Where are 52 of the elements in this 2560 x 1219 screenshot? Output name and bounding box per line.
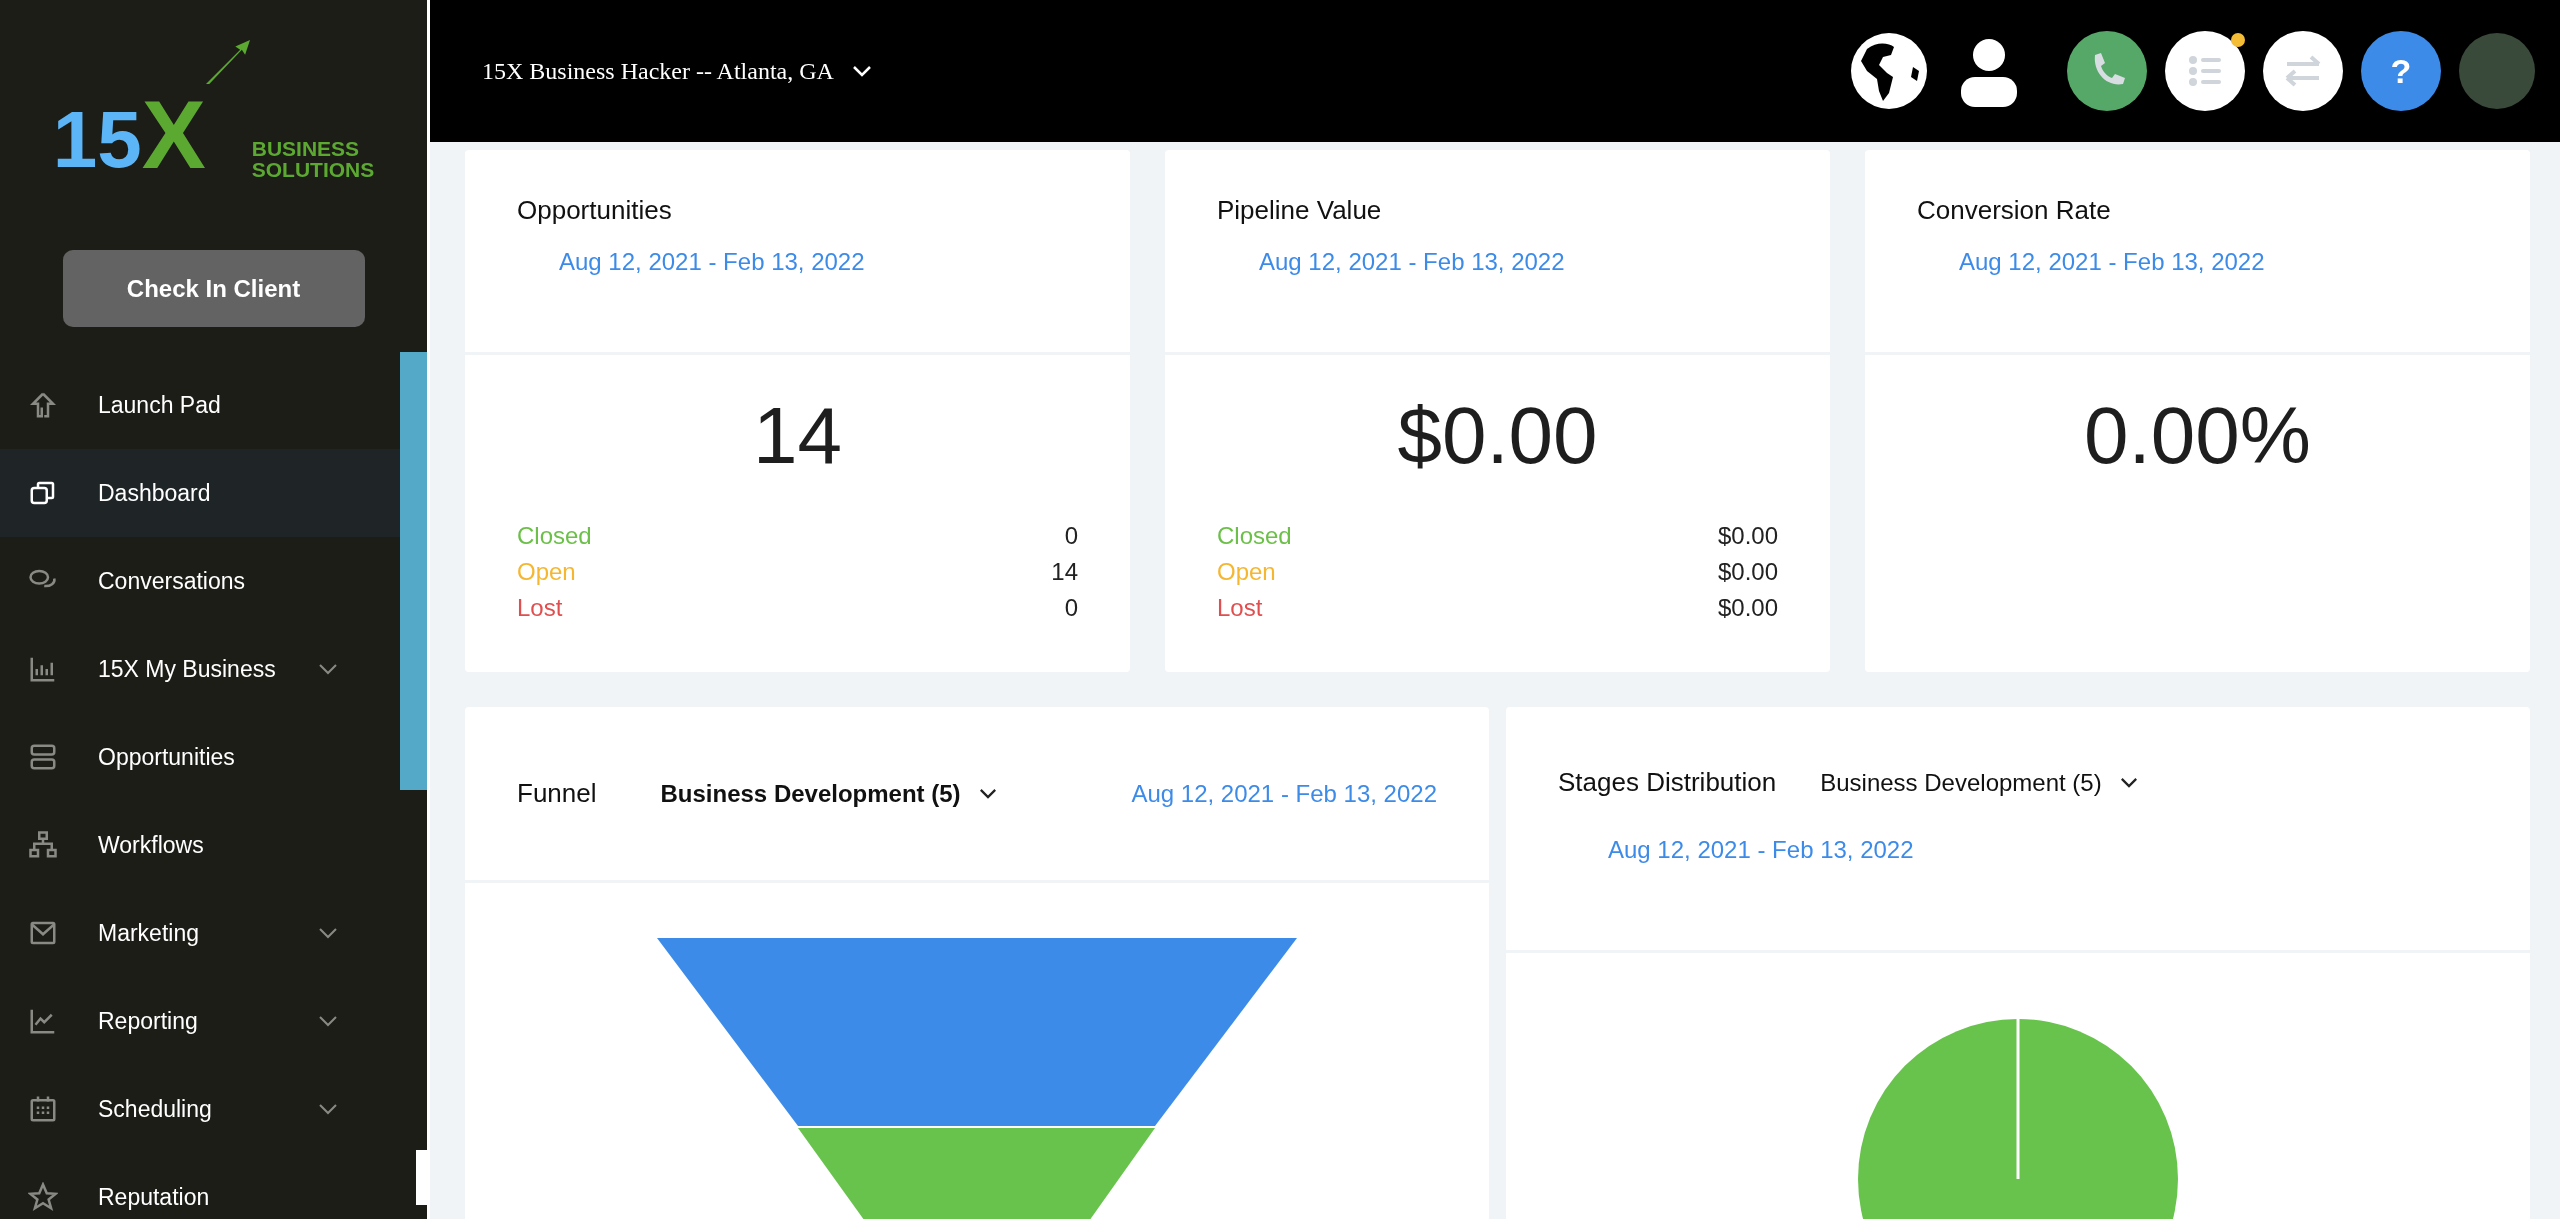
location-selector[interactable]: 15X Business Hacker -- Atlanta, GA	[482, 57, 872, 85]
sidebar-item[interactable]: Reporting	[0, 977, 400, 1065]
status-value: 0	[1064, 522, 1078, 550]
logo-tagline: SOLUTIONS	[251, 159, 375, 180]
star-icon	[28, 1182, 58, 1212]
phone-button[interactable]	[2067, 31, 2147, 111]
swap-button[interactable]	[2263, 31, 2343, 111]
sidebar-item[interactable]: Dashboard	[0, 449, 400, 537]
status-label: Open	[1217, 558, 1276, 586]
logo-number: 15	[52, 100, 142, 180]
chevron-down-icon	[851, 65, 872, 77]
sidebar-item[interactable]: Marketing	[0, 889, 400, 977]
logo-tagline: BUSINESS	[251, 138, 361, 159]
calendar-icon	[28, 1094, 58, 1124]
chevron-down-icon	[2119, 777, 2138, 788]
list-button[interactable]	[2165, 31, 2245, 111]
status-value: $0.00	[1717, 594, 1778, 622]
globe-icon[interactable]	[1849, 31, 1929, 111]
arrow-up-icon	[28, 390, 58, 420]
pipeline-dropdown[interactable]: Business Development (5)	[1820, 768, 2138, 797]
status-value: $0.00	[1717, 558, 1778, 586]
sidebar-item[interactable]: 15X My Business	[0, 625, 400, 713]
scrollbar[interactable]	[400, 352, 427, 790]
stat-value: $0.00	[1397, 390, 1598, 482]
stat-value: 14	[753, 390, 842, 482]
chevron-down-icon	[978, 788, 997, 799]
card-title: Pipeline Value	[1217, 195, 1383, 226]
card-title: Funnel	[517, 778, 597, 809]
card-title: Conversion Rate	[1917, 195, 2112, 226]
stat-value: 0.00%	[2084, 390, 2311, 482]
pipeline-dropdown[interactable]: Business Development (5)	[660, 779, 997, 808]
sidebar-item[interactable]: Scheduling	[0, 1065, 400, 1153]
status-value: 0	[1064, 594, 1078, 622]
arrow-icon	[205, 40, 250, 84]
check-in-button[interactable]: Check In Client	[62, 250, 365, 327]
card-title: Opportunities	[517, 195, 673, 226]
status-label: Lost	[517, 594, 563, 622]
status-label: Closed	[517, 522, 592, 550]
sidebar-item[interactable]: Launch Pad	[0, 361, 400, 449]
status-label: Lost	[1217, 594, 1263, 622]
sidebar-item[interactable]: Workflows	[0, 801, 400, 889]
logo-letter: X	[141, 90, 206, 180]
network-icon	[28, 830, 58, 860]
status-label: Open	[517, 558, 576, 586]
sidebar-item[interactable]: Reputation	[0, 1153, 400, 1219]
status-value: $0.00	[1717, 522, 1778, 550]
card-title: Stages Distribution	[1558, 767, 1777, 798]
rows-icon	[28, 742, 58, 772]
status-value: 14	[1051, 558, 1078, 586]
sidebar-item[interactable]: Conversations	[0, 537, 400, 625]
status-label: Closed	[1217, 522, 1292, 550]
sidebar-item[interactable]: Opportunities	[0, 713, 400, 801]
